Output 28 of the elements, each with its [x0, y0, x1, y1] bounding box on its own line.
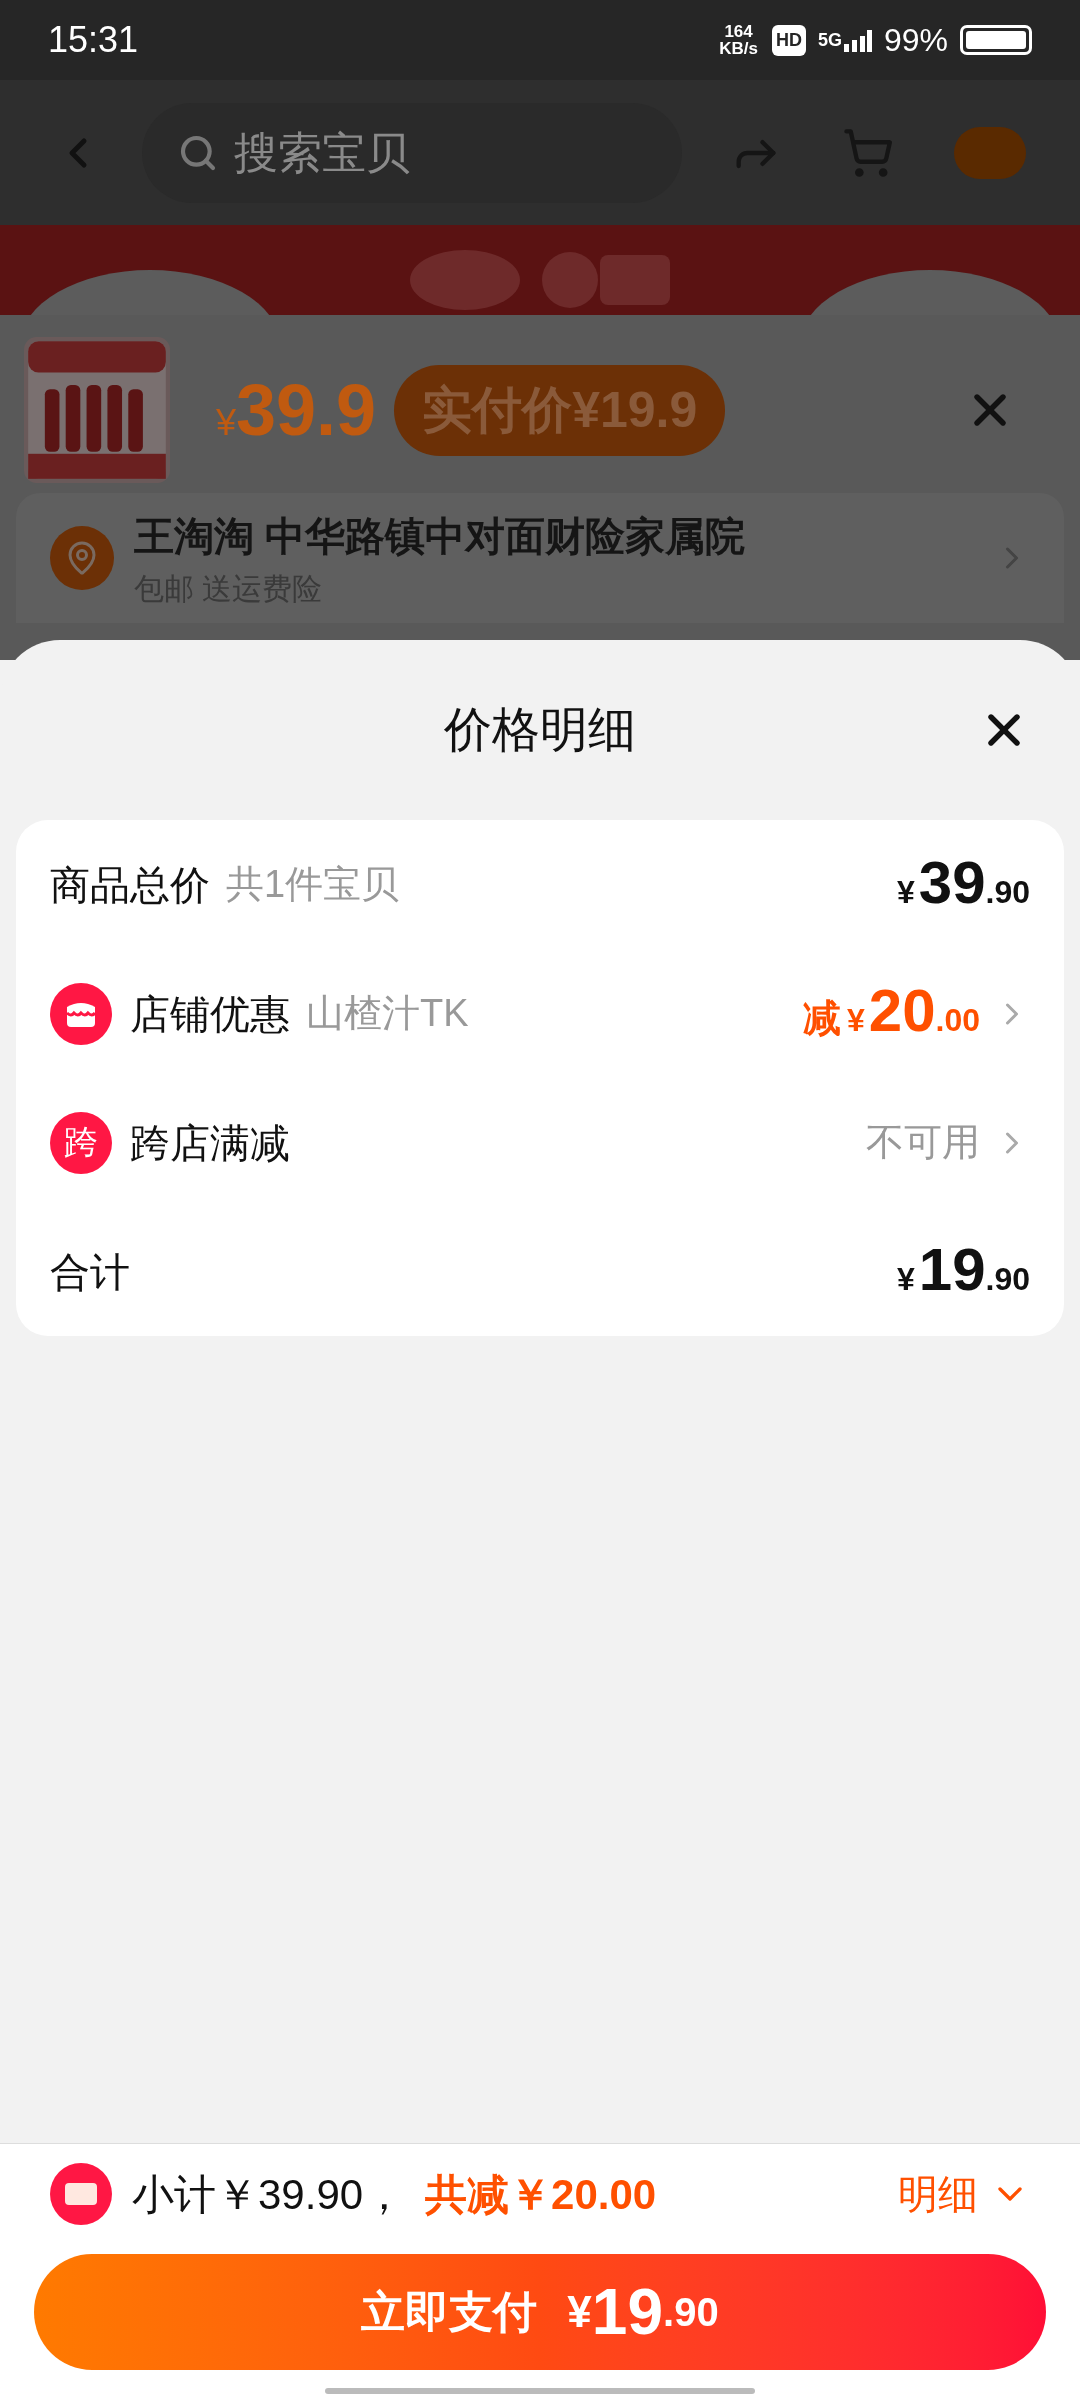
price-amount: ¥39.90 [896, 853, 1030, 916]
address-text: 王淘淘 中华路镇中对面财险家属院 [134, 512, 746, 560]
row-label: 跨店满减 [130, 1119, 290, 1167]
signal-icon [843, 28, 872, 52]
badge-icon: 跨 [50, 1111, 112, 1174]
pay-button[interactable]: 立即支付 ¥19.90 [34, 2254, 1046, 2370]
price-amount: 减¥20.00 [802, 980, 980, 1046]
reduction-text: 共减￥20.00 [425, 2169, 657, 2220]
row-sublabel: 共1件宝贝 [226, 862, 400, 907]
row-sublabel: 山楂汁TK [306, 991, 469, 1036]
subtotal-text: 小计￥39.90， [132, 2169, 406, 2220]
status-text: 不可用 [866, 1120, 980, 1165]
chat-icon[interactable] [954, 126, 1026, 179]
search-field[interactable]: 搜索宝贝 [142, 102, 682, 203]
battery-percent: 99% [883, 21, 948, 60]
cart-icon[interactable] [842, 126, 894, 179]
product-price: ¥39.9 [216, 369, 377, 452]
row-label: 商品总价 [50, 861, 210, 909]
battery-icon [960, 25, 1032, 55]
detail-toggle[interactable]: 明细 [898, 2164, 1030, 2224]
hd-badge: HD [771, 24, 806, 56]
row-label: 合计 [50, 1248, 130, 1296]
network-speed: 164 KB/s [719, 23, 758, 57]
price-amount: ¥19.90 [896, 1240, 1030, 1303]
network-type: 5G [817, 28, 842, 52]
status-time: 15:31 [48, 18, 139, 62]
sheet-title: 价格明细 [444, 702, 636, 758]
row-label: 店铺优惠 [130, 990, 290, 1038]
